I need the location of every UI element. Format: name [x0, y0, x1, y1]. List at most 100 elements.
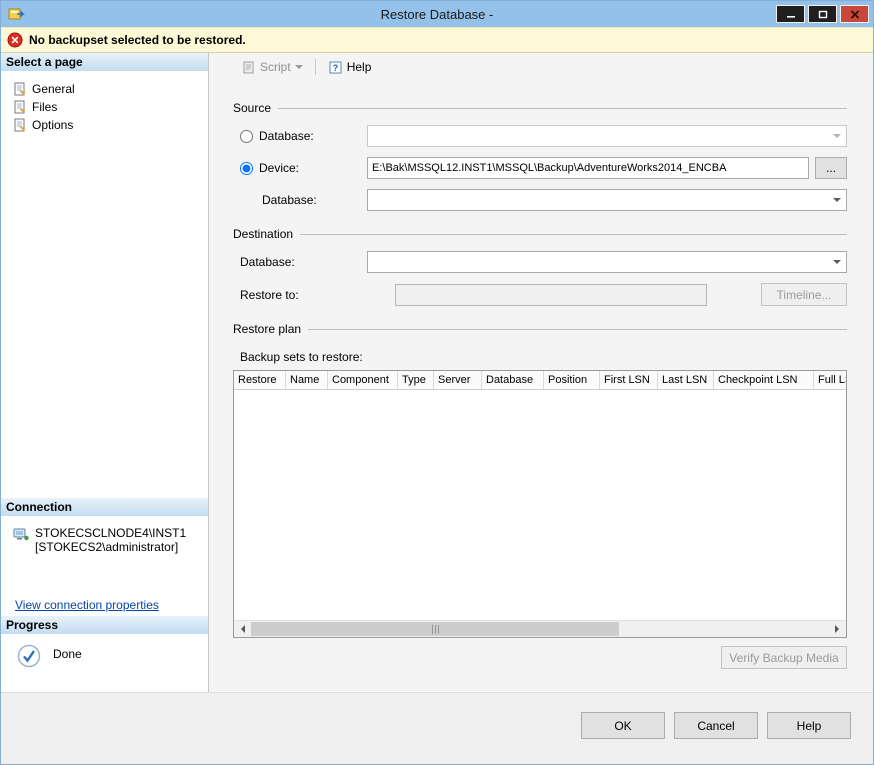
device-path-input[interactable] [367, 157, 809, 179]
destination-database-row: Database: [233, 251, 847, 273]
script-label: Script [260, 60, 291, 74]
progress-block: Done [1, 634, 208, 692]
verify-backup-media-button[interactable]: Verify Backup Media [721, 646, 847, 669]
column-header-component[interactable]: Component [328, 371, 398, 389]
sidebar-item-general[interactable]: General [13, 80, 208, 98]
title-bar: Restore Database - [1, 1, 873, 27]
chevron-down-icon [294, 65, 303, 73]
device-database-combobox[interactable] [367, 189, 847, 211]
column-header-position[interactable]: Position [544, 371, 600, 389]
close-button[interactable] [840, 5, 869, 23]
script-icon [243, 61, 254, 73]
svg-text:?: ? [332, 63, 338, 73]
destination-database-label: Database: [240, 255, 295, 269]
connection-server: STOKECSCLNODE4\INST1 [35, 526, 187, 540]
sidebar-item-options[interactable]: Options [13, 116, 208, 134]
main-panel: Script ? Help Source Database: Device: E… [209, 53, 873, 692]
chevron-down-icon [833, 134, 841, 142]
connection-block: STOKECSCLNODE4\INST1 [STOKECS2\administr… [1, 516, 208, 616]
connection-header: Connection [1, 498, 208, 516]
column-header-name[interactable]: Name [286, 371, 328, 389]
cancel-button[interactable]: Cancel [674, 712, 758, 739]
source-database-label: Database: [259, 129, 314, 143]
sidebar-item-label: Options [32, 118, 74, 132]
server-icon [13, 528, 29, 541]
source-group-header: Source [233, 101, 847, 115]
column-header-last-lsn[interactable]: Last LSN [658, 371, 714, 389]
chevron-down-icon [833, 198, 841, 206]
column-header-type[interactable]: Type [398, 371, 434, 389]
restore-to-input [395, 283, 707, 306]
app-icon [8, 8, 25, 20]
content-area: Source Database: Device: E:\Bak\MSSQL12.… [209, 81, 873, 692]
table-header-row: Restore Name Component Type Server Datab… [234, 371, 846, 390]
source-device-database-row: Database: [233, 189, 847, 211]
column-header-database[interactable]: Database [482, 371, 544, 389]
backup-sets-table: Restore Name Component Type Server Datab… [233, 370, 847, 638]
source-database-combobox[interactable] [367, 125, 847, 147]
scrollbar-thumb[interactable] [251, 622, 619, 636]
column-header-restore[interactable]: Restore [234, 371, 286, 389]
scroll-left-arrow[interactable] [234, 621, 251, 637]
page-icon [14, 82, 26, 96]
window-title: Restore Database - [380, 6, 494, 22]
group-divider [308, 328, 847, 330]
scroll-right-arrow[interactable] [829, 621, 846, 637]
horizontal-scrollbar[interactable] [234, 620, 846, 637]
scrollbar-track[interactable] [251, 621, 829, 637]
source-database-radio[interactable] [240, 129, 253, 143]
browse-button[interactable]: ... [815, 157, 847, 179]
toolbar-separator [314, 59, 316, 75]
group-divider [278, 107, 847, 109]
sidebar: Select a page General Files Options Conn… [1, 53, 209, 692]
footer: OK Cancel Help [1, 692, 873, 764]
restore-to-row: Restore to: Timeline... [233, 283, 847, 306]
script-button[interactable]: Script [237, 58, 307, 77]
maximize-button[interactable] [808, 5, 837, 23]
sidebar-item-label: Files [32, 100, 58, 114]
column-header-checkpoint-lsn[interactable]: Checkpoint LSN [714, 371, 814, 389]
destination-group-title: Destination [233, 227, 294, 241]
sidebar-item-label: General [32, 82, 75, 96]
restore-database-dialog: Restore Database - No backupset selected… [0, 0, 874, 765]
ok-button[interactable]: OK [581, 712, 665, 739]
source-device-label: Device: [259, 161, 300, 175]
select-a-page-header: Select a page [1, 53, 208, 71]
view-connection-properties-link[interactable]: View connection properties [15, 598, 159, 612]
source-group-title: Source [233, 101, 272, 115]
restore-plan-group-title: Restore plan [233, 322, 302, 336]
source-device-radio[interactable] [240, 161, 253, 175]
table-body-empty [234, 390, 846, 620]
page-icon [14, 118, 26, 132]
help-toolbar-label: Help [346, 60, 372, 74]
destination-database-combobox[interactable] [367, 251, 847, 273]
source-database-row: Database: [233, 125, 847, 147]
warning-message: No backupset selected to be restored. [29, 33, 246, 47]
column-header-full-lsn[interactable]: Full LS [814, 371, 846, 389]
chevron-down-icon [833, 260, 841, 268]
help-icon: ? [329, 61, 342, 73]
minimize-button[interactable] [776, 5, 805, 23]
help-button[interactable]: Help [767, 712, 851, 739]
verify-row: Verify Backup Media [233, 646, 847, 669]
column-header-server[interactable]: Server [434, 371, 482, 389]
source-device-row: Device: ... [233, 157, 847, 179]
restore-to-label: Restore to: [240, 287, 299, 302]
destination-group-header: Destination [233, 227, 847, 241]
page-icon [14, 100, 26, 114]
help-toolbar-button[interactable]: ? Help [324, 58, 376, 77]
column-header-first-lsn[interactable]: First LSN [600, 371, 658, 389]
sidebar-item-files[interactable]: Files [13, 98, 208, 116]
page-list: General Files Options [1, 71, 208, 498]
progress-header: Progress [1, 616, 208, 634]
group-divider [300, 233, 847, 235]
error-icon [7, 32, 23, 48]
connection-account: [STOKECS2\administrator] [35, 540, 179, 554]
timeline-button[interactable]: Timeline... [761, 283, 847, 306]
toolbar: Script ? Help [209, 53, 873, 81]
restore-plan-group-header: Restore plan [233, 322, 847, 336]
done-check-icon [17, 644, 41, 668]
backup-sets-label: Backup sets to restore: [240, 350, 363, 364]
device-database-label: Database: [262, 193, 317, 207]
progress-status: Done [53, 647, 82, 661]
